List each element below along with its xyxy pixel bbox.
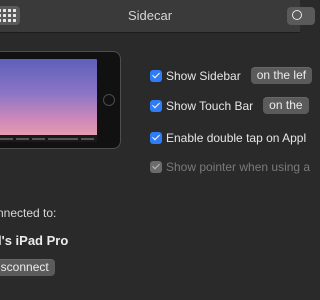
home-button-icon <box>103 94 115 106</box>
touch-bar-preview <box>0 135 97 142</box>
sidebar-position-select[interactable]: on the lef <box>250 67 313 84</box>
title-bar: Sidecar <box>0 0 315 33</box>
disconnect-button[interactable]: isconnect <box>0 259 55 276</box>
show-sidebar-checkbox[interactable] <box>150 69 162 82</box>
touch-bar-position-select[interactable]: on the <box>263 97 309 114</box>
show-sidebar-row: Show Sidebar on the lef <box>150 67 313 84</box>
ipad-illustration <box>0 52 120 148</box>
device-name: l's iPad Pro <box>0 233 69 248</box>
connected-to-label: nnected to: <box>0 206 57 220</box>
double-tap-checkbox[interactable] <box>150 131 162 144</box>
show-touch-bar-row: Show Touch Bar on the <box>150 97 309 114</box>
show-touch-bar-label: Show Touch Bar <box>166 98 254 113</box>
show-touch-bar-checkbox[interactable] <box>150 99 162 112</box>
show-pointer-checkbox <box>150 160 162 173</box>
ipad-screen <box>0 59 97 142</box>
search-icon[interactable] <box>287 7 315 25</box>
double-tap-label: Enable double tap on Appl <box>166 130 307 145</box>
show-sidebar-label: Show Sidebar <box>166 68 241 83</box>
show-pointer-label: Show pointer when using a <box>166 159 311 174</box>
window-title: Sidecar <box>127 8 173 23</box>
double-tap-row: Enable double tap on Appl <box>150 129 306 146</box>
show-pointer-row: Show pointer when using a <box>150 158 310 175</box>
